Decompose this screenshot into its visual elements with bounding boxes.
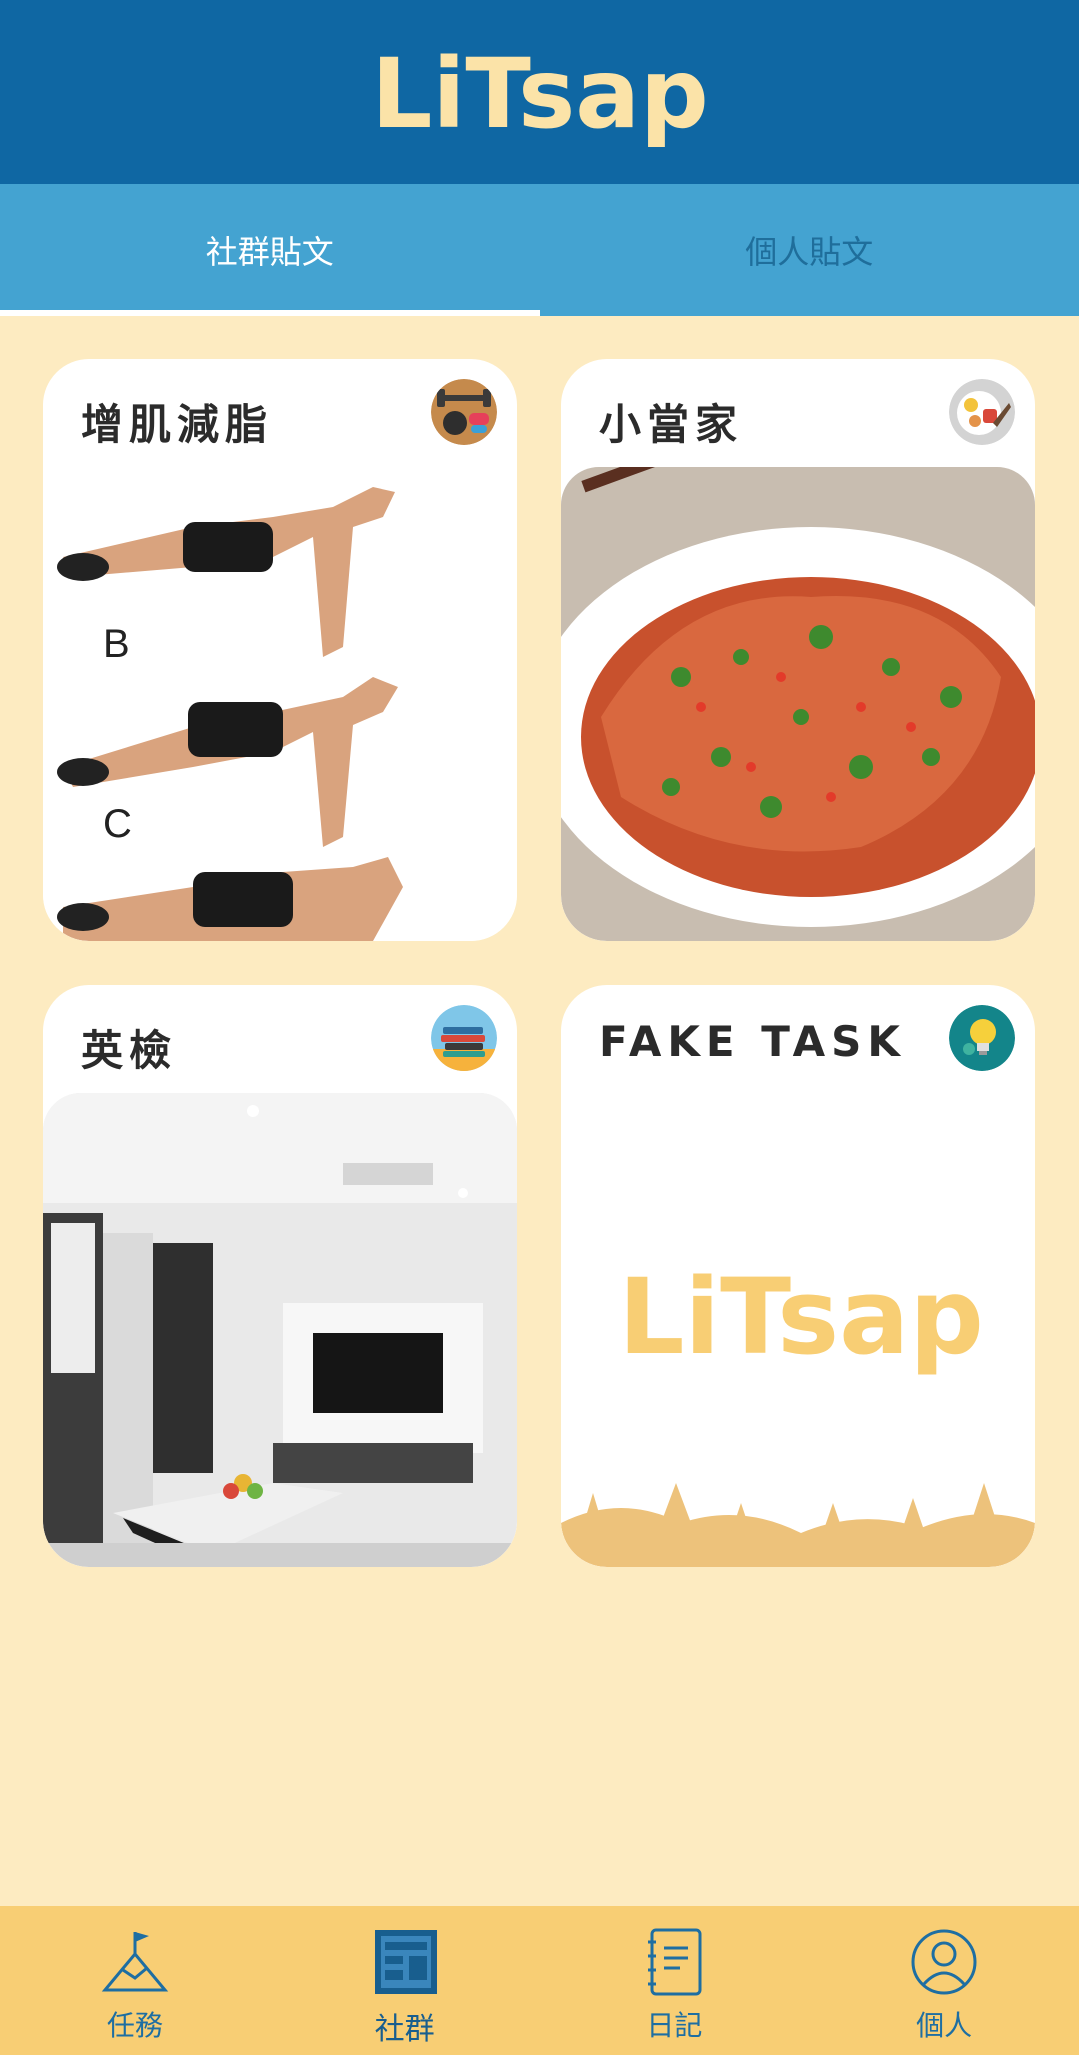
litsap-logo: LiTsap [371, 38, 708, 150]
nav-tasks[interactable]: 任務 [0, 1906, 270, 2055]
lightbulb-icon [949, 1005, 1015, 1071]
post-grid: 增肌減脂 B C 小當家 英檢 FAKE TASK LiTsap [43, 359, 1035, 1567]
nav-label: 社群 [374, 2012, 435, 2047]
tab-personal-posts[interactable]: 個人貼文 [540, 184, 1079, 316]
app-header: LiTsap [0, 0, 1079, 184]
fried-chicken-photo [561, 467, 1035, 941]
nav-community[interactable]: 社群 [270, 1906, 540, 2055]
tab-community-posts[interactable]: 社群貼文 [0, 184, 540, 316]
nav-diary[interactable]: 日記 [540, 1906, 810, 2055]
post-card-fitness[interactable]: 增肌減脂 B C [43, 359, 517, 941]
card-title: 英檢 [81, 1026, 178, 1075]
litsap-logo-placeholder: LiTsap [561, 1093, 1035, 1567]
user-icon [911, 1929, 977, 1995]
nav-label: 任務 [106, 2009, 163, 2042]
card-title: 增肌減脂 [81, 400, 274, 449]
placeholder-logo-text: LiTsap [618, 1256, 984, 1378]
mountain-flag-icon [101, 1932, 169, 1992]
books-icon [431, 1005, 497, 1071]
bottom-navigation: 任務 社群 日記 個人 [0, 1906, 1079, 2055]
svg-text:LiTsap: LiTsap [371, 38, 708, 150]
post-tabs: 社群貼文 個人貼文 [0, 184, 1079, 316]
notebook-icon [648, 1928, 702, 1996]
nav-label: 個人 [916, 2009, 973, 2042]
living-room-photo [43, 1093, 517, 1567]
post-card-fake-task[interactable]: FAKE TASK LiTsap [561, 985, 1035, 1567]
fitness-icon [431, 379, 497, 445]
post-card-english-test[interactable]: 英檢 [43, 985, 517, 1567]
card-title: 小當家 [599, 400, 744, 449]
nav-profile[interactable]: 個人 [809, 1906, 1079, 2055]
post-card-cooking[interactable]: 小當家 [561, 359, 1035, 941]
pushup-photo: B C [43, 467, 517, 941]
card-title: FAKE TASK [599, 1017, 906, 1066]
food-icon [949, 379, 1015, 445]
nav-label: 日記 [646, 2009, 703, 2042]
pushup-label-c: C [103, 802, 132, 846]
newspaper-icon [374, 1930, 437, 1994]
pushup-label-b: B [103, 622, 130, 666]
